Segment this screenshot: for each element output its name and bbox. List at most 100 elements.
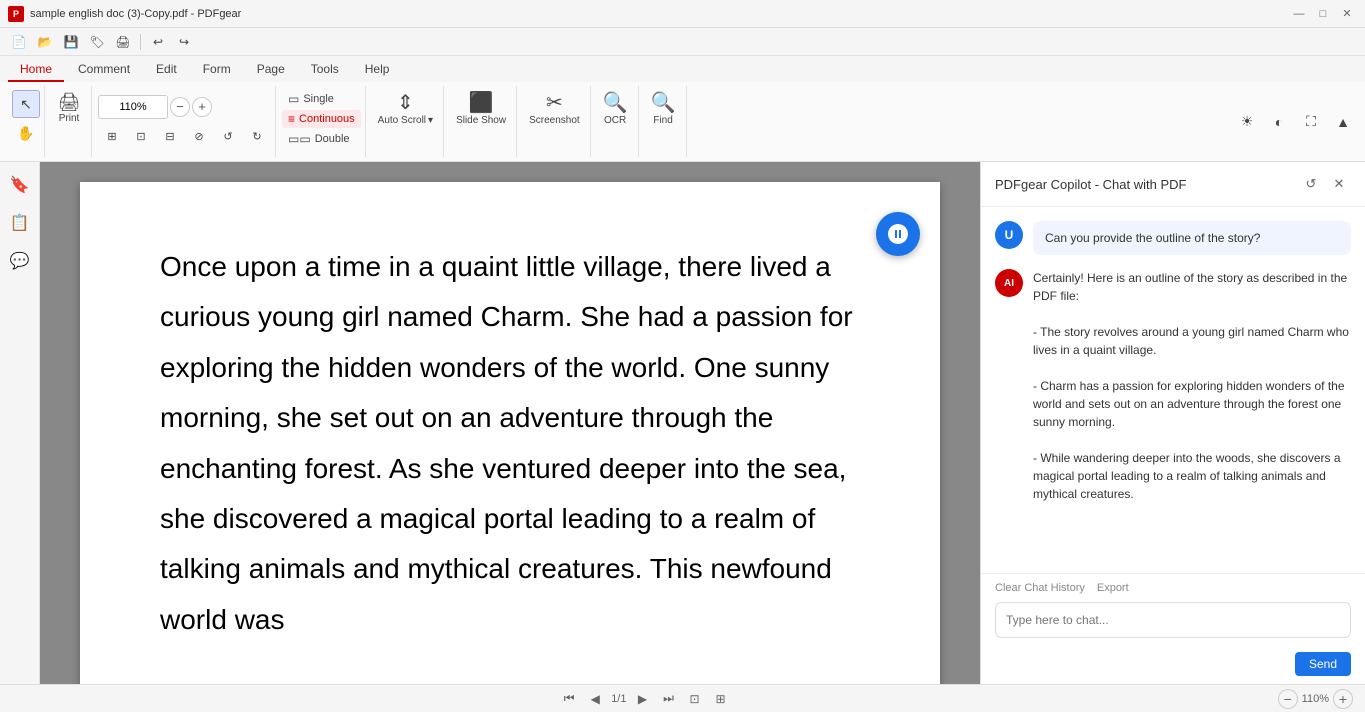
zoom-out-status-button[interactable]: −: [1278, 689, 1298, 709]
ai-message: AI Certainly! Here is an outline of the …: [995, 269, 1351, 503]
fullscreen-button[interactable]: ⛶: [1297, 108, 1325, 136]
ocr-group: 🔍 OCR: [593, 86, 639, 157]
user-avatar: U: [995, 221, 1023, 249]
fit-width-button[interactable]: ⊞: [710, 689, 730, 709]
first-page-button[interactable]: ⏮: [559, 689, 579, 709]
find-group: 🔍 Find: [641, 86, 687, 157]
save-button[interactable]: 💾: [60, 31, 82, 53]
minimize-button[interactable]: —: [1289, 4, 1309, 24]
send-button[interactable]: Send: [1295, 652, 1351, 676]
tag-button[interactable]: 🏷: [86, 31, 108, 53]
tab-comment[interactable]: Comment: [66, 58, 142, 82]
zoom-top: − + ⊞ ⊡ ⊟ ⊘ ↺ ↻: [98, 88, 271, 155]
continuous-icon: ≡: [288, 112, 295, 126]
auto-scroll-label: Auto Scroll ▾: [378, 115, 433, 126]
screenshot-button[interactable]: ✂ Screenshot: [523, 90, 586, 129]
page-info: 1/1: [611, 693, 626, 705]
crop-row: ⊞ ⊡ ⊟ ⊘ ↺ ↻: [98, 123, 271, 151]
crop-btn-4[interactable]: ⊘: [185, 123, 213, 151]
single-view-button[interactable]: ▭ Single: [282, 90, 361, 108]
undo-button[interactable]: ↩: [147, 31, 169, 53]
tab-page[interactable]: Page: [245, 58, 297, 82]
tab-edit[interactable]: Edit: [144, 58, 189, 82]
cursor-tool-button[interactable]: ↖: [12, 90, 40, 118]
hand-tool-button[interactable]: ✋: [12, 119, 40, 147]
chat-input[interactable]: [1006, 613, 1340, 627]
comments-panel-button[interactable]: 💬: [5, 246, 35, 276]
zoom-level-status: 110%: [1302, 693, 1329, 705]
double-view-button[interactable]: ▭▭ Double: [282, 130, 361, 148]
ocr-button[interactable]: 🔍 OCR: [597, 90, 634, 129]
rotate-right-btn[interactable]: ↻: [243, 123, 271, 151]
pdf-area[interactable]: Once upon a time in a quaint little vill…: [40, 162, 980, 684]
screenshot-label: Screenshot: [529, 115, 580, 126]
pages-panel-button[interactable]: 📋: [5, 208, 35, 238]
last-page-button[interactable]: ⏭: [658, 689, 678, 709]
pdf-page: Once upon a time in a quaint little vill…: [80, 182, 940, 684]
tab-home[interactable]: Home: [8, 58, 64, 82]
open-button[interactable]: 📂: [34, 31, 56, 53]
chat-footer: Clear Chat History Export Send: [981, 573, 1365, 684]
tab-help[interactable]: Help: [353, 58, 402, 82]
crop-btn-1[interactable]: ⊞: [98, 123, 126, 151]
zoom-in-button[interactable]: +: [192, 97, 212, 117]
print-top: 🖨 Print: [51, 88, 87, 155]
maximize-button[interactable]: □: [1313, 4, 1333, 24]
ai-bullet-1: - The story revolves around a young girl…: [1033, 325, 1349, 357]
collapse-ribbon-button[interactable]: ▲: [1329, 108, 1357, 136]
user-message: U Can you provide the outline of the sto…: [995, 221, 1351, 255]
brightness-button[interactable]: ☀: [1233, 108, 1261, 136]
slide-show-top: ⬛ Slide Show: [450, 88, 512, 155]
ai-bubble: Certainly! Here is an outline of the sto…: [1033, 269, 1351, 503]
chat-messages: U Can you provide the outline of the sto…: [981, 207, 1365, 573]
tab-form[interactable]: Form: [191, 58, 243, 82]
find-label: Find: [653, 115, 672, 126]
bookmark-panel-button[interactable]: 🔖: [5, 170, 35, 200]
export-button[interactable]: Export: [1097, 582, 1129, 594]
zoom-group: − + ⊞ ⊡ ⊟ ⊘ ↺ ↻: [94, 86, 276, 157]
rotate-left-btn[interactable]: ↺: [214, 123, 242, 151]
print-button[interactable]: 🖨 Print: [51, 90, 87, 127]
zoom-out-button[interactable]: −: [170, 97, 190, 117]
auto-scroll-icon: ⇕: [397, 93, 414, 113]
single-label: Single: [303, 93, 334, 105]
find-top: 🔍 Find: [645, 88, 682, 155]
ribbon-toolbar: ↖ ✋ 🖨 Print − + ⊞ ⊡ ⊟ ⊘ ↺: [0, 82, 1365, 162]
clear-history-button[interactable]: Clear Chat History: [995, 582, 1085, 594]
find-button[interactable]: 🔍 Find: [645, 90, 682, 129]
copilot-float-button[interactable]: [876, 212, 920, 256]
statusbar-right: − 110% +: [1278, 689, 1353, 709]
next-page-button[interactable]: ▶: [632, 689, 652, 709]
titlebar: P sample english doc (3)-Copy.pdf - PDFg…: [0, 0, 1365, 28]
close-button[interactable]: ✕: [1337, 4, 1357, 24]
auto-scroll-button[interactable]: ⇕ Auto Scroll ▾: [372, 90, 439, 129]
zoom-in-status-button[interactable]: +: [1333, 689, 1353, 709]
auto-scroll-dropdown-icon: ▾: [428, 115, 433, 126]
copilot-icon: [886, 222, 910, 246]
user-bubble: Can you provide the outline of the story…: [1033, 221, 1351, 255]
chat-actions: Clear Chat History Export: [995, 582, 1351, 594]
new-button[interactable]: 📄: [8, 31, 30, 53]
auto-scroll-group: ⇕ Auto Scroll ▾: [368, 86, 444, 157]
chat-header-buttons: ↺ ✕: [1299, 172, 1351, 196]
slide-show-button[interactable]: ⬛ Slide Show: [450, 90, 512, 129]
main-area: 🔖 📋 💬 Once upon a time in a quaint littl…: [0, 162, 1365, 684]
ai-avatar: AI: [995, 269, 1023, 297]
screenshot-icon: ✂: [546, 93, 563, 113]
fit-page-button[interactable]: ⊡: [684, 689, 704, 709]
double-icon: ▭▭: [288, 132, 311, 146]
zoom-input[interactable]: [98, 95, 168, 119]
crop-btn-3[interactable]: ⊟: [156, 123, 184, 151]
continuous-view-button[interactable]: ≡ Continuous: [282, 110, 361, 128]
redo-button[interactable]: ↪: [173, 31, 195, 53]
chat-close-button[interactable]: ✕: [1327, 172, 1351, 196]
screenshot-group: ✂ Screenshot: [519, 86, 591, 157]
print-qat-button[interactable]: 🖨: [112, 31, 134, 53]
tab-tools[interactable]: Tools: [299, 58, 351, 82]
crop-btn-2[interactable]: ⊡: [127, 123, 155, 151]
chat-refresh-button[interactable]: ↺: [1299, 172, 1323, 196]
theme-button[interactable]: ◐: [1265, 108, 1293, 136]
prev-page-button[interactable]: ◀: [585, 689, 605, 709]
pdf-content: Once upon a time in a quaint little vill…: [160, 242, 860, 645]
chat-input-area: [995, 602, 1351, 638]
